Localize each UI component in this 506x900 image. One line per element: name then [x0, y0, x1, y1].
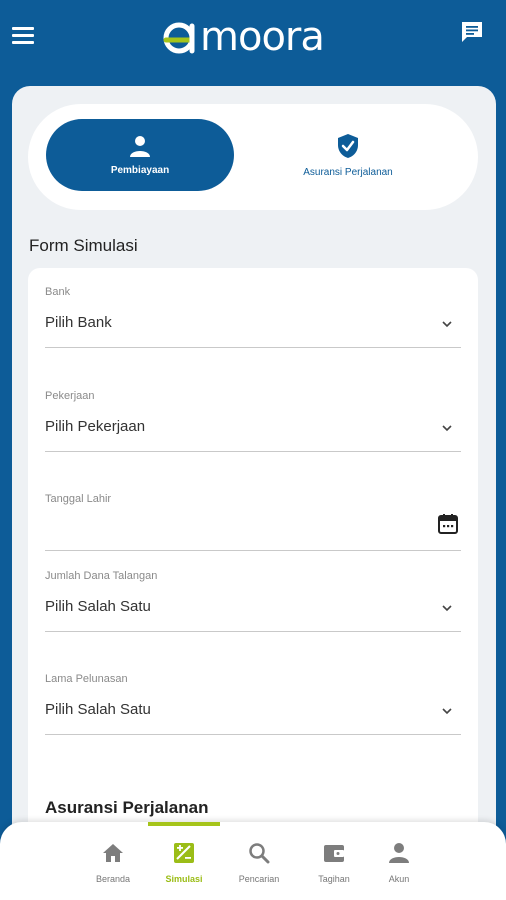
main-content: Pembiayaan Asuransi Perjalanan Form Simu…: [12, 86, 496, 900]
tab-label: Asuransi Perjalanan: [303, 166, 393, 178]
lama-pelunasan-select[interactable]: Lama Pelunasan Pilih Salah Satu: [45, 673, 461, 735]
nav-label: Akun: [388, 874, 410, 884]
nav-item-beranda[interactable]: Beranda: [81, 842, 145, 892]
pekerjaan-select[interactable]: Pekerjaan Pilih Pekerjaan: [45, 390, 461, 452]
chat-icon[interactable]: [460, 20, 484, 44]
nav-label: Beranda: [95, 874, 131, 884]
logo-mark: [163, 22, 195, 54]
wallet-icon: [324, 845, 344, 862]
search-icon: [249, 843, 270, 864]
field-underline: [45, 631, 461, 632]
tab-bar: Pembiayaan Asuransi Perjalanan: [28, 104, 478, 210]
nav-item-akun[interactable]: Akun: [367, 842, 431, 892]
field-value: Pilih Salah Satu: [45, 598, 151, 615]
shield-check-icon: [338, 133, 358, 158]
form-title: Form Simulasi: [29, 236, 138, 255]
tab-label: Pembiayaan: [110, 164, 170, 176]
field-label: Pekerjaan: [45, 390, 95, 402]
tab-asuransi-perjalanan[interactable]: Asuransi Perjalanan: [254, 119, 442, 191]
form-card: Bank Pilih Bank Pekerjaan Pilih Pekerjaa…: [28, 268, 478, 900]
nav-item-tagihan[interactable]: Tagihan: [302, 842, 366, 892]
field-label: Jumlah Dana Talangan: [45, 570, 158, 582]
asuransi-section-title: Asuransi Perjalanan: [45, 798, 209, 817]
logo-text: moora: [200, 14, 325, 60]
home-icon: [103, 844, 123, 862]
field-label: Bank: [45, 286, 71, 298]
bottom-navigation: Beranda Simulasi Pencarian Tagihan Akun: [0, 822, 506, 900]
field-label: Tanggal Lahir: [45, 493, 112, 505]
nav-item-simulasi[interactable]: Simulasi: [152, 842, 216, 892]
chevron-down-icon: [442, 321, 452, 328]
nav-label: Simulasi: [165, 874, 203, 884]
calendar-icon[interactable]: [437, 513, 459, 535]
nav-label: Tagihan: [318, 874, 350, 884]
chevron-down-icon: [442, 708, 452, 715]
active-tab-indicator: [148, 822, 220, 826]
field-value: Pilih Pekerjaan: [45, 418, 146, 435]
field-value: Pilih Salah Satu: [45, 701, 151, 718]
tab-pembiayaan[interactable]: Pembiayaan: [46, 119, 234, 191]
app-header: moora: [0, 0, 506, 86]
field-underline: [45, 347, 461, 348]
field-underline: [45, 451, 461, 452]
menu-icon[interactable]: [12, 27, 34, 45]
chevron-down-icon: [442, 605, 452, 612]
app-logo: moora: [160, 15, 336, 59]
field-label: Lama Pelunasan: [45, 673, 128, 685]
chevron-down-icon: [442, 425, 452, 432]
simulation-icon: [174, 843, 194, 863]
field-underline: [45, 550, 461, 551]
tanggal-lahir-field[interactable]: Tanggal Lahir: [45, 493, 461, 551]
field-value: Pilih Bank: [45, 314, 112, 331]
nav-item-pencarian[interactable]: Pencarian: [227, 842, 291, 892]
nav-label: Pencarian: [238, 874, 280, 884]
field-underline: [45, 734, 461, 735]
jumlah-dana-talangan-select[interactable]: Jumlah Dana Talangan Pilih Salah Satu: [45, 570, 461, 632]
person-icon: [130, 135, 150, 157]
account-icon: [389, 843, 409, 863]
bank-select[interactable]: Bank Pilih Bank: [45, 286, 461, 348]
